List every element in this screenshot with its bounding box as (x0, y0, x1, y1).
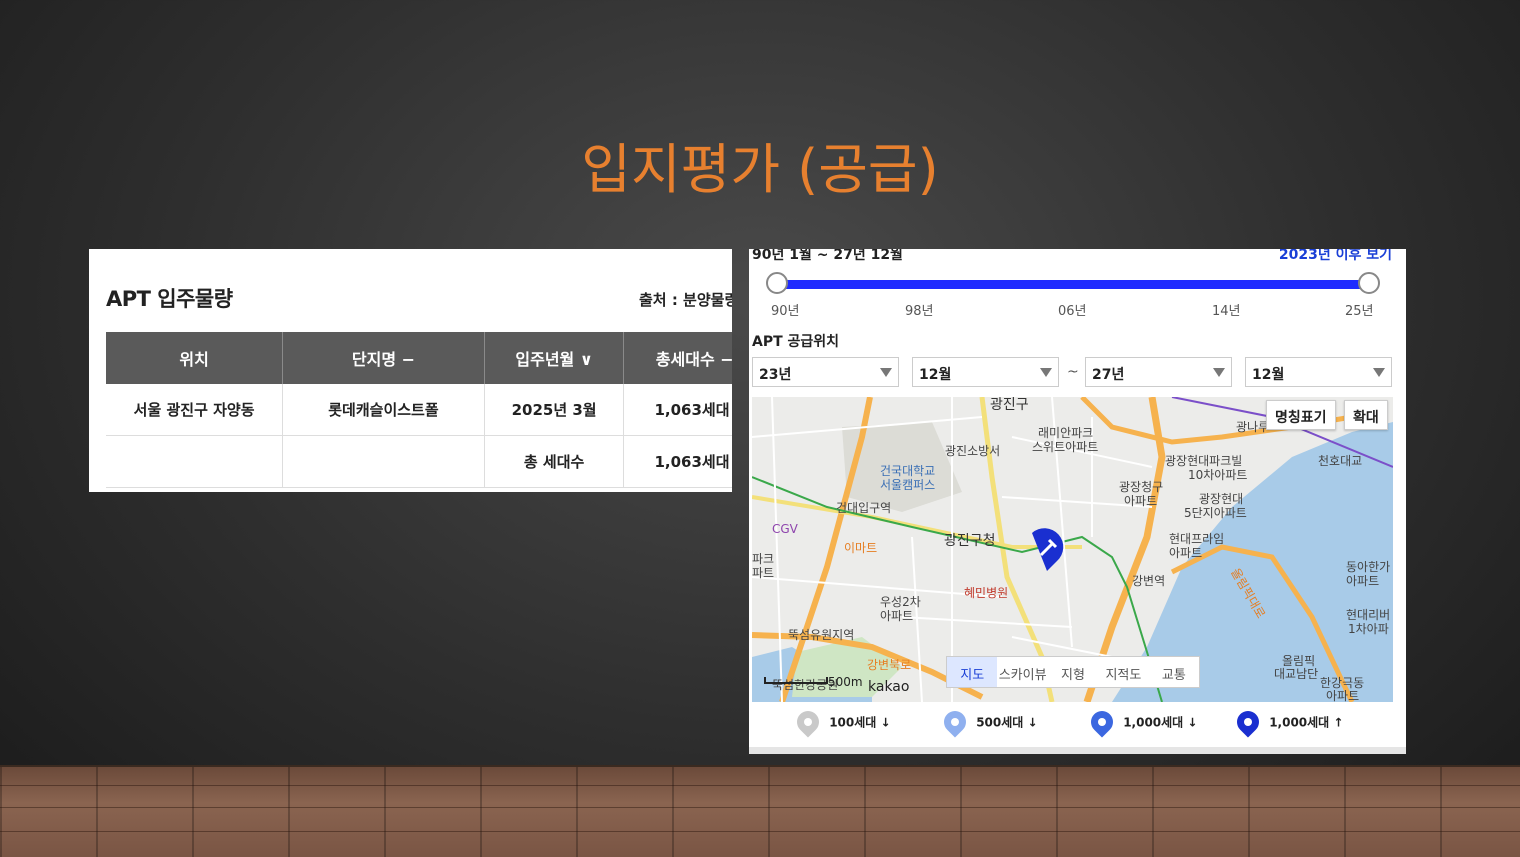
date-range-label: 90년 1월 ~ 27년 12월 (752, 249, 903, 263)
dropdown-arrow-icon (1373, 368, 1385, 377)
map-label: 스위트아파트 (1032, 440, 1099, 454)
map-label: 서울캠퍼스 (880, 478, 936, 492)
supply-table-panel: APT 입주물량 출처 : 분양물량코 위치 단지명 − 입주년월 ∨ 총세대수… (89, 249, 732, 492)
zoom-in-button[interactable]: 확대 (1344, 400, 1388, 430)
column-header-move-in[interactable]: 입주년월 ∨ (484, 332, 625, 384)
map-label: 대교남단 (1274, 667, 1319, 681)
cell-location: 서울 광진구 자양동 (106, 384, 284, 436)
map-label: 10차아파트 (1188, 468, 1248, 482)
map-label: 혜민병원 (964, 586, 1009, 600)
map-label: 이마트 (844, 541, 878, 555)
column-header-units[interactable]: 총세대수 − (623, 332, 732, 384)
map-label: 아파트 (1169, 546, 1203, 560)
cell-total-units: 1,063세대 (623, 435, 732, 488)
slider-tick: 25년 (1345, 304, 1374, 319)
cell-complex: 롯데캐슬이스트폴 (282, 384, 485, 436)
dropdown-arrow-icon (1213, 368, 1225, 377)
from-year-select[interactable]: 23년 (752, 357, 899, 387)
map-label: 아파트 (880, 609, 914, 623)
panel-bottom-border (749, 747, 1406, 754)
legend-item-1000-above: 1,000세대 ↑ (1232, 706, 1343, 741)
map-label: 1차아파 (1348, 622, 1389, 636)
cell-empty (106, 435, 284, 488)
map-label: 우성2차 (880, 595, 921, 609)
slide-title: 입지평가 (공급) (581, 138, 939, 201)
from-month-value: 12월 (919, 367, 952, 383)
after-2023-link[interactable]: 2023년 이후 보기 (1279, 249, 1392, 264)
to-month-select[interactable]: 12월 (1245, 357, 1392, 387)
supply-table-title: APT 입주물량 (106, 287, 233, 311)
cell-units: 1,063세대 (623, 384, 732, 436)
map-label: 아파트 (1326, 689, 1360, 703)
map-label: 동아한가 (1346, 560, 1391, 574)
column-header-location[interactable]: 위치 (106, 332, 284, 384)
to-year-select[interactable]: 27년 (1085, 357, 1232, 387)
map-label: CGV (772, 522, 798, 536)
map-label: 천호대교 (1318, 454, 1363, 468)
map-type-traffic[interactable]: 교통 (1149, 657, 1199, 687)
map-label: 5단지아파트 (1184, 506, 1247, 520)
to-year-value: 27년 (1092, 367, 1125, 383)
slider-tick: 98년 (905, 304, 934, 319)
map-type-terrain[interactable]: 지형 (1048, 657, 1098, 687)
map-label: 아파트 (1124, 494, 1158, 508)
slider-tick: 14년 (1212, 304, 1241, 319)
cell-move-in: 2025년 3월 (484, 384, 625, 436)
range-separator: ~ (1067, 364, 1079, 380)
slider-tick: 90년 (771, 304, 800, 319)
year-range-slider[interactable] (777, 280, 1369, 289)
map-label: 광장현대 (1199, 492, 1244, 506)
marker-icon (1232, 706, 1264, 738)
supply-location-label: APT 공급위치 (752, 334, 840, 350)
map-label: 광진구청 (944, 533, 996, 549)
map-label: 래미안파크 (1038, 426, 1094, 440)
toggle-names-button[interactable]: 명칭표기 (1266, 400, 1336, 430)
legend-item-500-below: 500세대 ↓ (939, 706, 1038, 741)
map-type-map[interactable]: 지도 (947, 657, 998, 687)
map-label: 광장현대파크빌 (1165, 454, 1243, 468)
wood-floor (0, 765, 1520, 857)
map-type-bar: 지도 스카이뷰 지형 지적도 교통 (946, 656, 1200, 688)
cell-empty (282, 435, 485, 488)
legend-item-100-below: 100세대 ↓ (792, 706, 891, 741)
source-label: 출처 : 분양물량코 (639, 291, 732, 309)
supply-map-panel: 90년 1월 ~ 27년 12월 2023년 이후 보기 90년 98년 06년… (749, 249, 1406, 754)
map-label: 뚝섬유원지역 (788, 628, 855, 642)
cell-total-label: 총 세대수 (484, 435, 625, 488)
map-label: 파크 (752, 552, 775, 566)
map-type-skyview[interactable]: 스카이뷰 (997, 657, 1047, 687)
from-year-value: 23년 (759, 367, 792, 383)
map-label: 아파트 (1346, 574, 1380, 588)
slider-start-handle[interactable] (766, 272, 788, 294)
dropdown-arrow-icon (1040, 368, 1052, 377)
table-total-row: 총 세대수 1,063세대 (106, 435, 732, 488)
map-label: 현대리버 (1346, 608, 1391, 622)
legend-item-1000-below: 1,000세대 ↓ (1086, 706, 1197, 741)
supply-table: 위치 단지명 − 입주년월 ∨ 총세대수 − 서울 광진구 자양동 롯데캐슬이스… (106, 332, 732, 488)
marker-icon (1086, 706, 1118, 738)
map-label: 강변북로 (867, 658, 912, 672)
map-type-cadastral[interactable]: 지적도 (1098, 657, 1148, 687)
marker-icon (939, 706, 971, 738)
marker-icon (792, 706, 824, 738)
map-label: 광나루 (1236, 420, 1270, 434)
map-attribution: kakao (868, 679, 910, 695)
slider-end-handle[interactable] (1358, 272, 1380, 294)
to-month-value: 12월 (1252, 367, 1285, 383)
map-label: 광장청구 (1119, 480, 1164, 494)
column-header-complex[interactable]: 단지명 − (282, 332, 485, 384)
map-label: 광진구 (990, 397, 1029, 413)
slider-tick: 06년 (1058, 304, 1087, 319)
map-label: 현대프라임 (1169, 532, 1225, 546)
map-label: 건대입구역 (836, 501, 892, 515)
map-label: 건국대학교 (880, 464, 936, 478)
dropdown-arrow-icon (880, 368, 892, 377)
map-label: 광진소방서 (945, 444, 1001, 458)
from-month-select[interactable]: 12월 (912, 357, 1059, 387)
map-label: 강변역 (1132, 574, 1166, 588)
table-row: 서울 광진구 자양동 롯데캐슬이스트폴 2025년 3월 1,063세대 (106, 384, 732, 436)
map-view[interactable]: 광진구 래미안파크 스위트아파트 광진소방서 광나루 건국대학교 서울캠퍼스 광… (752, 397, 1393, 702)
map-label: 파트 (752, 566, 775, 580)
